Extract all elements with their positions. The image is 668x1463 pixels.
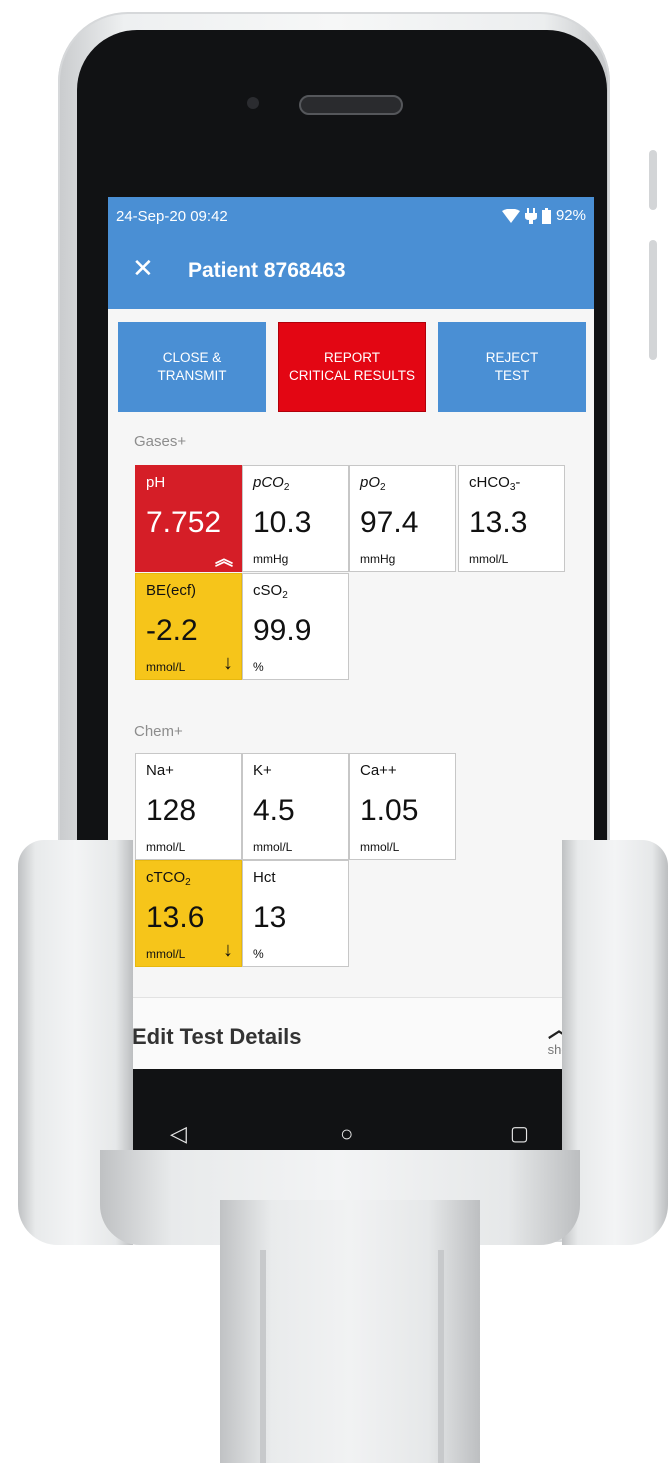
page-title: Patient 8768463 bbox=[188, 259, 346, 282]
earpiece-speaker bbox=[299, 95, 403, 115]
analyte-unit: mmol/L bbox=[469, 552, 509, 566]
analyte-name: K+ bbox=[253, 762, 272, 779]
battery-percent: 92% bbox=[555, 207, 586, 224]
result-tile-chco3[interactable]: cHCO3- 13.3 mmol/L bbox=[458, 465, 565, 572]
result-tile-ctco2[interactable]: cTCO2 13.6 mmol/L ↓ bbox=[135, 860, 242, 967]
analyte-unit: mmHg bbox=[360, 552, 396, 566]
analyte-value: 13.3 bbox=[469, 506, 528, 539]
analyte-name: pH bbox=[146, 474, 166, 491]
reject-test-button[interactable]: REJECT TEST bbox=[438, 322, 586, 412]
analyte-name: Ca++ bbox=[360, 762, 397, 779]
status-time: 24-Sep-20 09:42 bbox=[116, 208, 228, 225]
analyte-name: BE(ecf) bbox=[146, 582, 197, 599]
volume-button bbox=[649, 240, 657, 360]
analyte-value: 13 bbox=[253, 901, 287, 934]
analyte-unit: mmol/L bbox=[146, 947, 186, 961]
result-tile-ca[interactable]: Ca++ 1.05 mmol/L bbox=[349, 753, 456, 860]
edit-test-details-panel[interactable]: Edit Test Details ︿ show bbox=[116, 997, 594, 1069]
analyte-value: 99.9 bbox=[253, 614, 312, 647]
action-buttons: CLOSE & TRANSMIT REPORT CRITICAL RESULTS… bbox=[118, 322, 588, 412]
plug-icon bbox=[524, 207, 537, 224]
wifi-icon bbox=[501, 208, 520, 223]
result-tile-po2[interactable]: pO2 97.4 mmHg bbox=[349, 465, 456, 572]
analyte-value: 7.752 bbox=[146, 506, 222, 539]
analyte-value: 13.6 bbox=[146, 901, 205, 934]
analyte-unit: mmol/L bbox=[360, 840, 400, 854]
analyte-unit: mmHg bbox=[253, 552, 289, 566]
analyte-name: Hct bbox=[253, 869, 276, 886]
analyte-name: Na+ bbox=[146, 762, 174, 779]
analyte-value: 4.5 bbox=[253, 794, 295, 827]
analyte-value: 128 bbox=[146, 794, 197, 827]
result-tile-na[interactable]: Na+ 128 mmol/L bbox=[135, 753, 242, 860]
app-screen: 24-Sep-20 09:42 92% ✕ Patient 8768463 CL… bbox=[108, 197, 594, 1069]
down-arrow-icon: ↓ bbox=[223, 939, 233, 961]
analyte-name: cSO2 bbox=[253, 582, 288, 601]
analyte-value: 10.3 bbox=[253, 506, 312, 539]
analyte-value: 1.05 bbox=[360, 794, 419, 827]
close-transmit-button[interactable]: CLOSE & TRANSMIT bbox=[118, 322, 266, 412]
down-arrow-icon: ↓ bbox=[223, 652, 233, 674]
section-label-chem: Chem+ bbox=[134, 723, 183, 740]
result-tile-pco2[interactable]: pCO2 10.3 mmHg bbox=[242, 465, 349, 572]
analyte-value: 97.4 bbox=[360, 506, 419, 539]
analyte-name: cTCO2 bbox=[146, 869, 191, 888]
home-circle-icon[interactable]: ○ bbox=[340, 1121, 353, 1147]
result-tile-k[interactable]: K+ 4.5 mmol/L bbox=[242, 753, 349, 860]
stand-groove bbox=[438, 1250, 444, 1463]
close-icon[interactable]: ✕ bbox=[132, 253, 154, 283]
analyte-unit: mmol/L bbox=[253, 840, 293, 854]
recents-square-icon[interactable]: ▢ bbox=[510, 1121, 529, 1146]
analyte-name: pCO2 bbox=[253, 474, 290, 493]
section-label-gases: Gases+ bbox=[134, 433, 187, 450]
edit-test-details-title: Edit Test Details bbox=[132, 1024, 302, 1049]
result-tile-ph[interactable]: pH 7.752 ︽ bbox=[135, 465, 242, 572]
battery-icon bbox=[541, 207, 551, 224]
analyte-value: -2.2 bbox=[146, 614, 198, 647]
result-tile-cso2[interactable]: cSO2 99.9 % bbox=[242, 573, 349, 680]
analyte-name: pO2 bbox=[360, 474, 386, 493]
double-up-chevron-icon: ︽ bbox=[215, 549, 233, 569]
front-camera bbox=[247, 97, 259, 109]
analyte-unit: % bbox=[253, 660, 264, 674]
analyte-unit: % bbox=[253, 947, 264, 961]
analyte-unit: mmol/L bbox=[146, 660, 186, 674]
analyte-name: cHCO3- bbox=[469, 474, 521, 493]
stand-groove bbox=[260, 1250, 266, 1463]
back-triangle-icon[interactable]: ◁ bbox=[170, 1121, 187, 1147]
status-bar: 24-Sep-20 09:42 92% bbox=[108, 197, 594, 235]
app-header: ✕ Patient 8768463 bbox=[108, 235, 594, 309]
result-tile-hct[interactable]: Hct 13 % bbox=[242, 860, 349, 967]
report-critical-results-button[interactable]: REPORT CRITICAL RESULTS bbox=[278, 322, 426, 412]
result-tile-be-ecf[interactable]: BE(ecf) -2.2 mmol/L ↓ bbox=[135, 573, 242, 680]
analyte-unit: mmol/L bbox=[146, 840, 186, 854]
power-button bbox=[649, 150, 657, 210]
status-icons: 92% bbox=[501, 207, 586, 224]
